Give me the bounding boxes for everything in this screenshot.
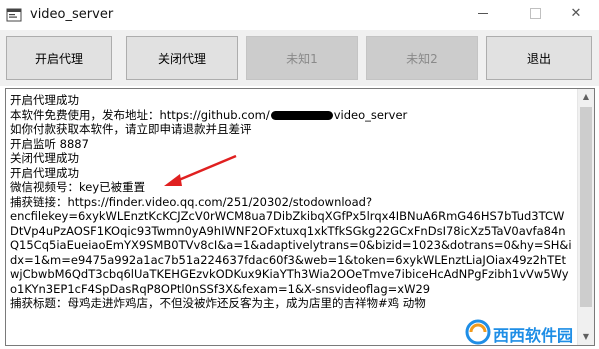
log-line: 开启监听 8887: [10, 136, 89, 151]
title-bar: video_server ✕: [0, 0, 599, 31]
close-button[interactable]: ✕: [553, 0, 599, 30]
maximize-icon: [529, 8, 541, 19]
log-line: 开启代理成功: [10, 93, 79, 107]
arrow-head: [164, 174, 182, 186]
maximize-button[interactable]: [512, 0, 558, 30]
log-text: 开启代理成功 本软件免费使用，发布地址：https://github.com/v…: [10, 93, 572, 311]
log-line-text: video_server: [333, 107, 408, 122]
log-line: 本软件免费使用，发布地址：https://github.com/video_se…: [10, 108, 572, 123]
log-line: 如你付款获取本软件，请立即申请退款并且差评: [10, 122, 252, 136]
log-line: 关闭代理成功: [10, 151, 79, 165]
exit-button[interactable]: 退出: [486, 36, 592, 80]
log-line: 捕获标题：母鸡走进炸鸡店，不但没被炸还反客为主，成为店里的吉祥物#鸡 动物: [10, 296, 426, 310]
log-line: 捕获链接：https://finder.video.qq.com/251/203…: [10, 194, 373, 209]
watermark: 西西软件园: [465, 318, 595, 346]
toolbar: 开启代理 关闭代理 未知1 未知2 退出: [0, 30, 599, 86]
scroll-thumb[interactable]: [580, 107, 592, 307]
stop-proxy-button[interactable]: 关闭代理: [126, 36, 238, 80]
minimize-icon: [478, 13, 488, 14]
arrow-shaft: [173, 154, 237, 184]
scroll-up-icon[interactable]: ▲: [578, 89, 594, 105]
redaction-mark: [270, 110, 333, 120]
watermark-text: 西西软件园: [493, 326, 574, 345]
unknown2-button[interactable]: 未知2: [366, 36, 478, 80]
annotation-arrow-icon: [164, 154, 237, 186]
watermark-logo-icon: [465, 319, 491, 345]
minimize-button[interactable]: [460, 0, 506, 30]
start-proxy-button[interactable]: 开启代理: [6, 36, 112, 80]
log-output[interactable]: 开启代理成功 本软件免费使用，发布地址：https://github.com/v…: [5, 88, 595, 346]
app-icon: [6, 8, 22, 22]
window-title: video_server: [30, 7, 114, 22]
vertical-scrollbar[interactable]: ▲ ▼: [577, 89, 594, 345]
unknown1-button[interactable]: 未知1: [246, 36, 358, 80]
close-icon: ✕: [570, 6, 582, 21]
log-line: 开启代理成功: [10, 165, 79, 180]
log-line-key-reset: 微信视频号：key已被重置: [10, 180, 146, 194]
log-line-text: 本软件免费使用，发布地址：https://github.com/: [10, 107, 270, 122]
log-url: encfilekey=6xykWLEnztKcKCJZcV0rWCM8ua7Di…: [10, 209, 572, 296]
